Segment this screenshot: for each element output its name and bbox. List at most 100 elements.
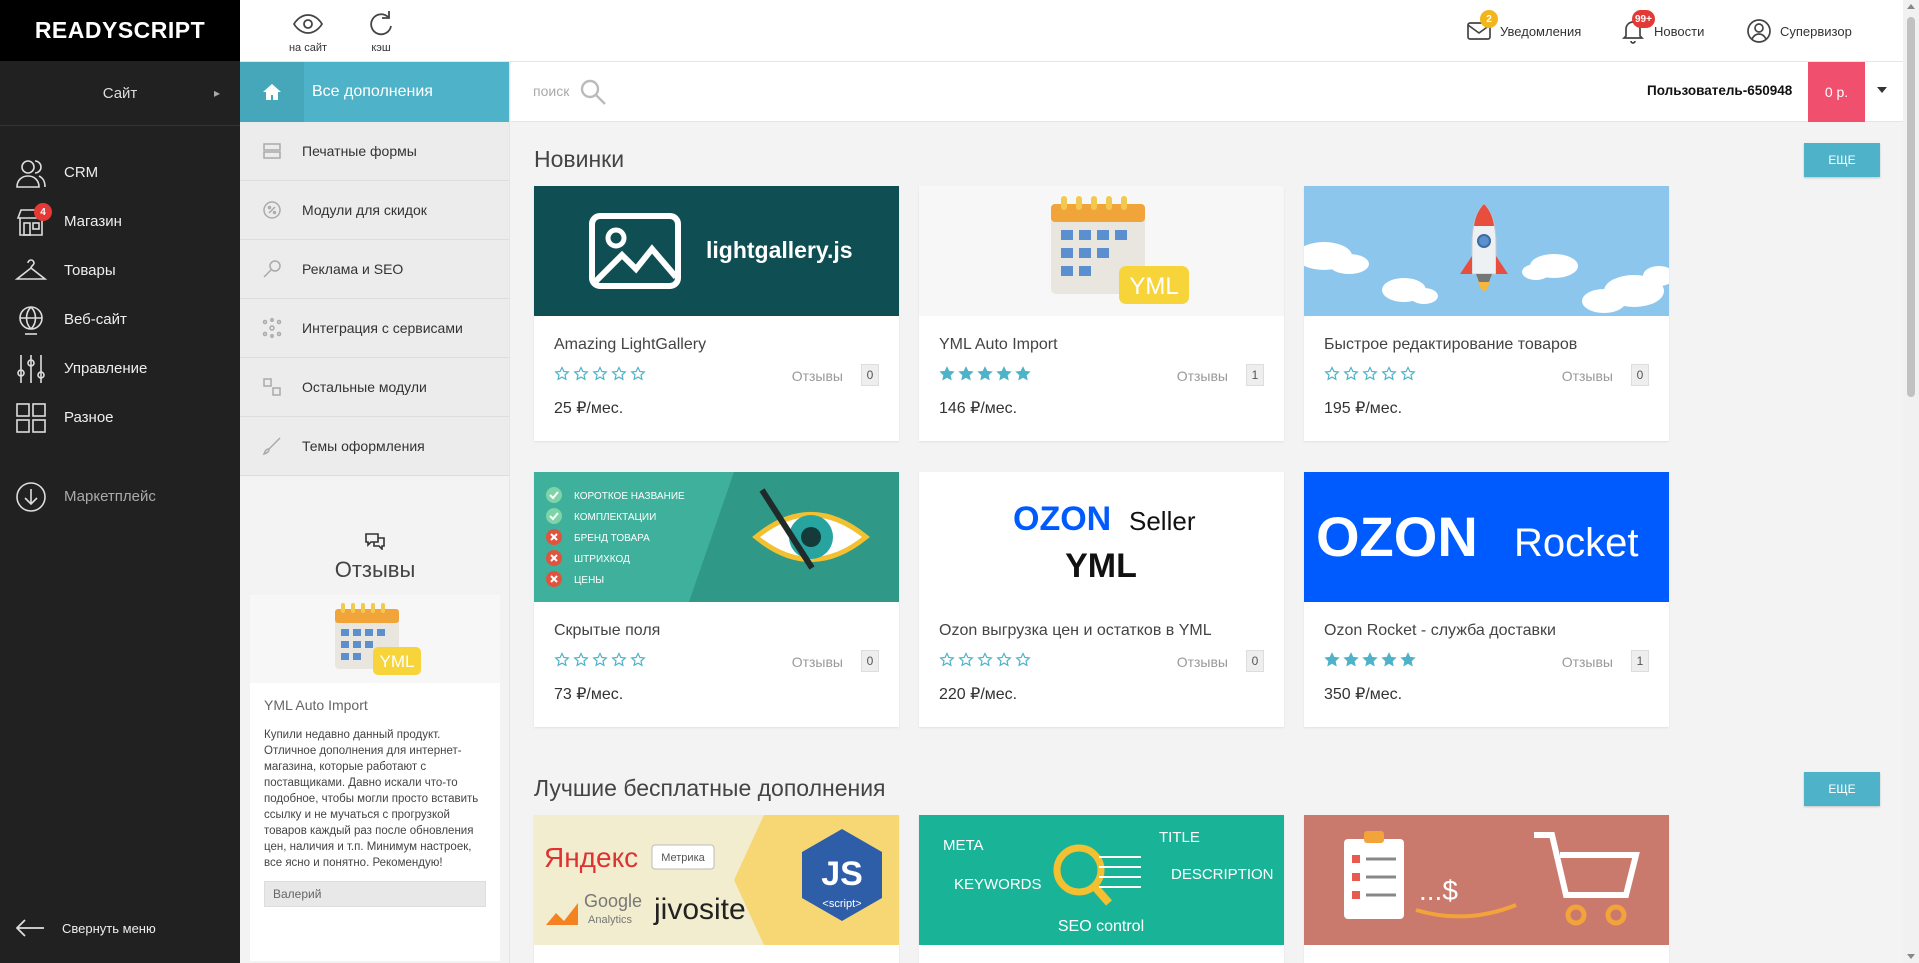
star-icon [573,652,589,667]
addon-card[interactable]: ...$ [1304,815,1669,963]
more-new-button[interactable]: ЕЩЕ [1804,143,1880,177]
star-icon [996,366,1012,381]
hanger-icon [14,254,48,288]
reviews-title: Отзывы [334,557,416,582]
category-label: Модули для скидок [302,202,427,218]
jivosite-text: jivosite [653,893,746,926]
reviews-count: 0 [861,650,879,672]
sidebar-item-label: Маркетплейс [64,488,156,505]
brush-icon [262,436,282,456]
site-selector[interactable]: Сайт ▸ [0,61,240,126]
reviews-count: 0 [1246,650,1264,672]
sidebar-item-marketplace[interactable]: Маркетплейс [0,472,240,521]
card-price: 220 ₽/мес. [939,686,1018,703]
addon-card[interactable]: YML YML Auto Import Отзывы 1 146 ₽/мес. [919,186,1284,441]
category-item-integration[interactable]: Интеграция с сервисами [240,299,509,358]
download-circle-icon [14,480,48,514]
logo[interactable]: READYSCRIPT [0,0,240,61]
category-label: Остальные модули [302,379,427,395]
review-text: Купили недавно данный продукт. Отличное … [264,729,479,869]
review-author: Валерий [264,881,486,907]
reviews-count: 1 [1246,364,1264,386]
chevron-down-icon[interactable] [1877,87,1887,93]
category-all[interactable]: Все дополнения [240,62,509,122]
star-icon [1324,366,1340,381]
news-button[interactable]: Новости [1620,0,1704,62]
category-item-print-forms[interactable]: Печатные формы [240,122,509,181]
section-title-new: Новинки [534,146,625,172]
category-list: Печатные формы Модули для скидок Реклама… [240,122,509,476]
script-tag-text: <script> [822,898,861,910]
card-image: OZON Seller YML [919,472,1284,602]
addon-card[interactable]: Яндекс Метрика Google Analytics jivosite… [534,815,899,963]
page-scrollbar[interactable] [1903,0,1919,963]
sidebar-item-misc[interactable]: Разное [0,393,240,442]
star-icon [1400,366,1416,381]
category-item-themes[interactable]: Темы оформления [240,417,509,476]
star-icon [939,652,955,667]
sidebar-item-products[interactable]: Товары [0,246,240,295]
category-item-discounts[interactable]: Модули для скидок [240,181,509,240]
star-icon [592,652,608,667]
category-item-other[interactable]: Остальные модули [240,358,509,417]
hidden-field-item: ЦЕНЫ [574,575,604,586]
hidden-field-item: КОРОТКОЕ НАЗВАНИЕ [574,491,685,502]
site-label: Сайт [102,84,138,102]
scroll-down-icon[interactable] [1907,954,1915,959]
seo-description-text: DESCRIPTION [1171,866,1274,883]
balance-badge[interactable]: 0 р. [1808,62,1865,122]
sidebar-item-website[interactable]: Веб-сайт [0,295,240,344]
addon-card[interactable]: lightgallery.js Amazing LightGallery Отз… [534,186,899,441]
seo-control-text: SEO control [1058,918,1144,935]
print-forms-icon [262,141,282,161]
addon-card[interactable]: OZON Rocket Ozon Rocket - служба доставк… [1304,472,1669,727]
globe-icon [14,303,48,337]
sidebar-item-label: Управление [64,360,148,377]
card-title: Amazing LightGallery [554,336,707,353]
search-input[interactable]: поиск [533,83,569,99]
news-badge: 99+ [1632,10,1655,28]
rating-stars [939,366,1031,382]
collapse-menu-button[interactable]: Свернуть меню [0,903,240,953]
supervisor-label: Супервизор [1780,23,1852,39]
star-icon [958,366,974,381]
card-image: lightgallery.js [534,186,899,316]
sidebar-item-crm[interactable]: CRM [0,148,240,197]
metrika-text: Метрика [661,852,705,864]
star-icon [939,366,955,381]
reviews-count: 0 [1631,364,1649,386]
rating-stars [1324,366,1416,382]
search-icon[interactable] [579,78,607,111]
notifications-button[interactable]: Уведомления [1466,0,1581,62]
review-card[interactable]: YML YML Auto Import Купили недавно данны… [250,595,500,961]
review-product-name: YML Auto Import [264,697,368,713]
category-item-seo[interactable]: Реклама и SEO [240,240,509,299]
to-site-button[interactable]: на сайт [278,8,338,58]
user-name[interactable]: Пользователь-650948 [1647,83,1792,98]
sidebar-item-store[interactable]: 4 Магазин [0,197,240,246]
reviews-label: Отзывы [1561,654,1613,670]
grid-icon [14,401,48,435]
sidebar-item-label: CRM [64,164,99,181]
addon-card[interactable]: Быстрое редактирование товаров Отзывы 0 … [1304,186,1669,441]
star-icon [630,366,646,381]
supervisor-button[interactable]: Супервизор [1746,0,1852,62]
clear-cache-button[interactable]: кэш [351,8,411,58]
star-icon [977,366,993,381]
more-free-button[interactable]: ЕЩЕ [1804,772,1880,806]
addon-card[interactable]: OZON Seller YML Ozon выгрузка цен и оста… [919,472,1284,727]
main-sidebar: READYSCRIPT Сайт ▸ CRM 4 Магазин Товары … [0,0,240,963]
main-content: поиск Пользователь-650948 0 р. Новинки Е… [511,62,1903,963]
hidden-field-item: ШТРИХКОД [574,554,630,565]
star-icon [977,652,993,667]
home-icon [240,62,304,122]
star-icon [1362,366,1378,381]
search-bar: поиск Пользователь-650948 0 р. [511,62,1903,122]
sidebar-item-management[interactable]: Управление [0,344,240,393]
addon-card[interactable]: КОРОТКОЕ НАЗВАНИЕ КОМПЛЕКТАЦИИ БРЕНД ТОВ… [534,472,899,727]
scroll-thumb[interactable] [1907,17,1915,397]
scroll-up-icon[interactable] [1907,4,1915,9]
user-circle-icon [1747,19,1771,43]
addon-card[interactable]: META TITLE KEYWORDS DESCRIPTION SEO cont… [919,815,1284,963]
category-label: Темы оформления [302,438,425,454]
